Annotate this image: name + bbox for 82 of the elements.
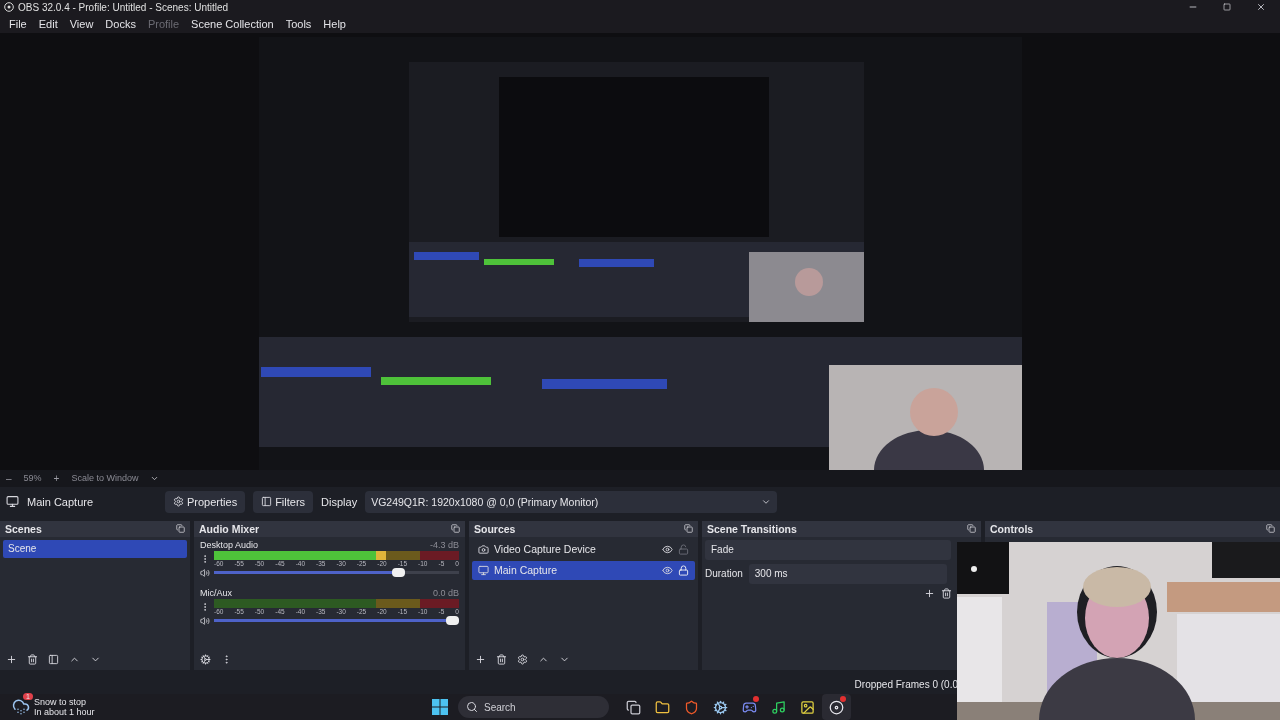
zoom-out-button[interactable]: – [6,472,12,484]
source-label: Main Capture [494,564,559,577]
source-item[interactable]: Main Capture [472,560,695,580]
window-title: OBS 32.0.4 - Profile: Untitled - Scenes: Untitled [18,1,230,13]
folder-icon [655,699,670,715]
zoom-level: 59% [23,473,42,484]
filter-icon [261,496,273,508]
scale-mode-dropdown[interactable]: Scale to Window [71,473,139,484]
menu-item[interactable]: View [63,17,100,30]
app-logo-icon [4,2,14,13]
weather-title[interactable]: Snow to stop [34,697,95,707]
music-icon [771,699,786,715]
maximize-icon[interactable] [1223,3,1231,12]
filters-button[interactable]: Filters [253,490,314,513]
trash-icon[interactable] [496,653,507,665]
snow-cloud-icon[interactable] [12,698,30,716]
channel-name: Desktop Audio [200,539,259,550]
float-icon[interactable] [451,524,460,534]
monitor-icon [6,495,19,509]
menu-item[interactable]: Tools [279,17,318,30]
filter-icon[interactable] [48,653,59,665]
trash-icon[interactable] [27,653,38,665]
shield-icon [684,699,699,715]
notification-dot [840,696,846,702]
speaker-icon[interactable] [200,615,210,626]
float-icon[interactable] [1266,524,1275,534]
weather-subtitle: In about 1 hour [34,707,95,717]
notification-dot [753,696,759,702]
add-icon[interactable] [6,653,17,665]
menu-item[interactable]: Edit [32,17,64,30]
scene-item[interactable]: Scene [3,539,187,558]
menu-item[interactable]: Scene Collection [185,17,280,30]
image-icon [800,699,815,715]
search-icon [466,701,478,713]
channel-reading: -4.3 dB [429,539,459,550]
volume-slider[interactable] [214,571,459,575]
transition-dropdown[interactable]: Fade [705,539,951,560]
start-icon[interactable] [432,699,448,715]
float-icon[interactable] [176,524,185,534]
zoom-in-button[interactable]: + [53,472,60,484]
display-dropdown[interactable]: VG249Q1R: 1920x1080 @ 0,0 (Primary Monitor) [365,490,778,513]
duration-field[interactable]: 300 ms [748,563,947,584]
source-name: Main Capture [27,495,95,508]
gear-icon [173,496,184,508]
menu-item[interactable]: Docks [99,17,142,30]
add-icon[interactable] [475,653,486,665]
menu-item[interactable]: File [3,17,33,30]
panel-title: Audio Mixer [199,522,260,535]
slider-thumb[interactable] [392,568,406,578]
panel-title: Controls [990,522,1034,535]
float-icon[interactable] [967,524,976,534]
channel-name: Mic/Aux [200,587,232,598]
disc-icon [829,699,844,715]
close-icon[interactable] [1256,2,1266,13]
panel-title: Scenes [5,522,42,535]
menu-item[interactable]: Help [317,17,352,30]
cog-icon[interactable] [200,653,211,665]
display-label: Display [321,495,358,508]
source-label: Video Capture Device [494,543,597,556]
camera-icon [478,543,489,555]
search-field[interactable]: Search [458,696,609,718]
monitor-icon [478,564,489,576]
lock-icon[interactable] [678,564,689,576]
properties-button[interactable]: Properties [165,490,246,513]
cog-icon [713,699,728,715]
gamepad-icon [742,699,757,715]
trash-icon[interactable] [941,587,952,599]
panel-title: Sources [474,522,516,535]
taskbar-app[interactable] [822,694,851,720]
speaker-icon[interactable] [200,567,210,578]
eye-icon[interactable] [662,543,673,555]
slider-thumb[interactable] [446,616,459,626]
eye-icon[interactable] [662,564,673,576]
channel-reading: 0.0 dB [432,587,459,598]
panel-title: Scene Transitions [707,522,797,535]
duration-label: Duration [705,568,743,580]
stacked-windows-icon [626,699,641,715]
gear-icon[interactable] [517,653,528,665]
add-icon[interactable] [924,587,935,599]
float-icon[interactable] [684,524,693,534]
source-item[interactable]: Video Capture Device [472,539,695,559]
volume-slider[interactable] [214,619,459,623]
